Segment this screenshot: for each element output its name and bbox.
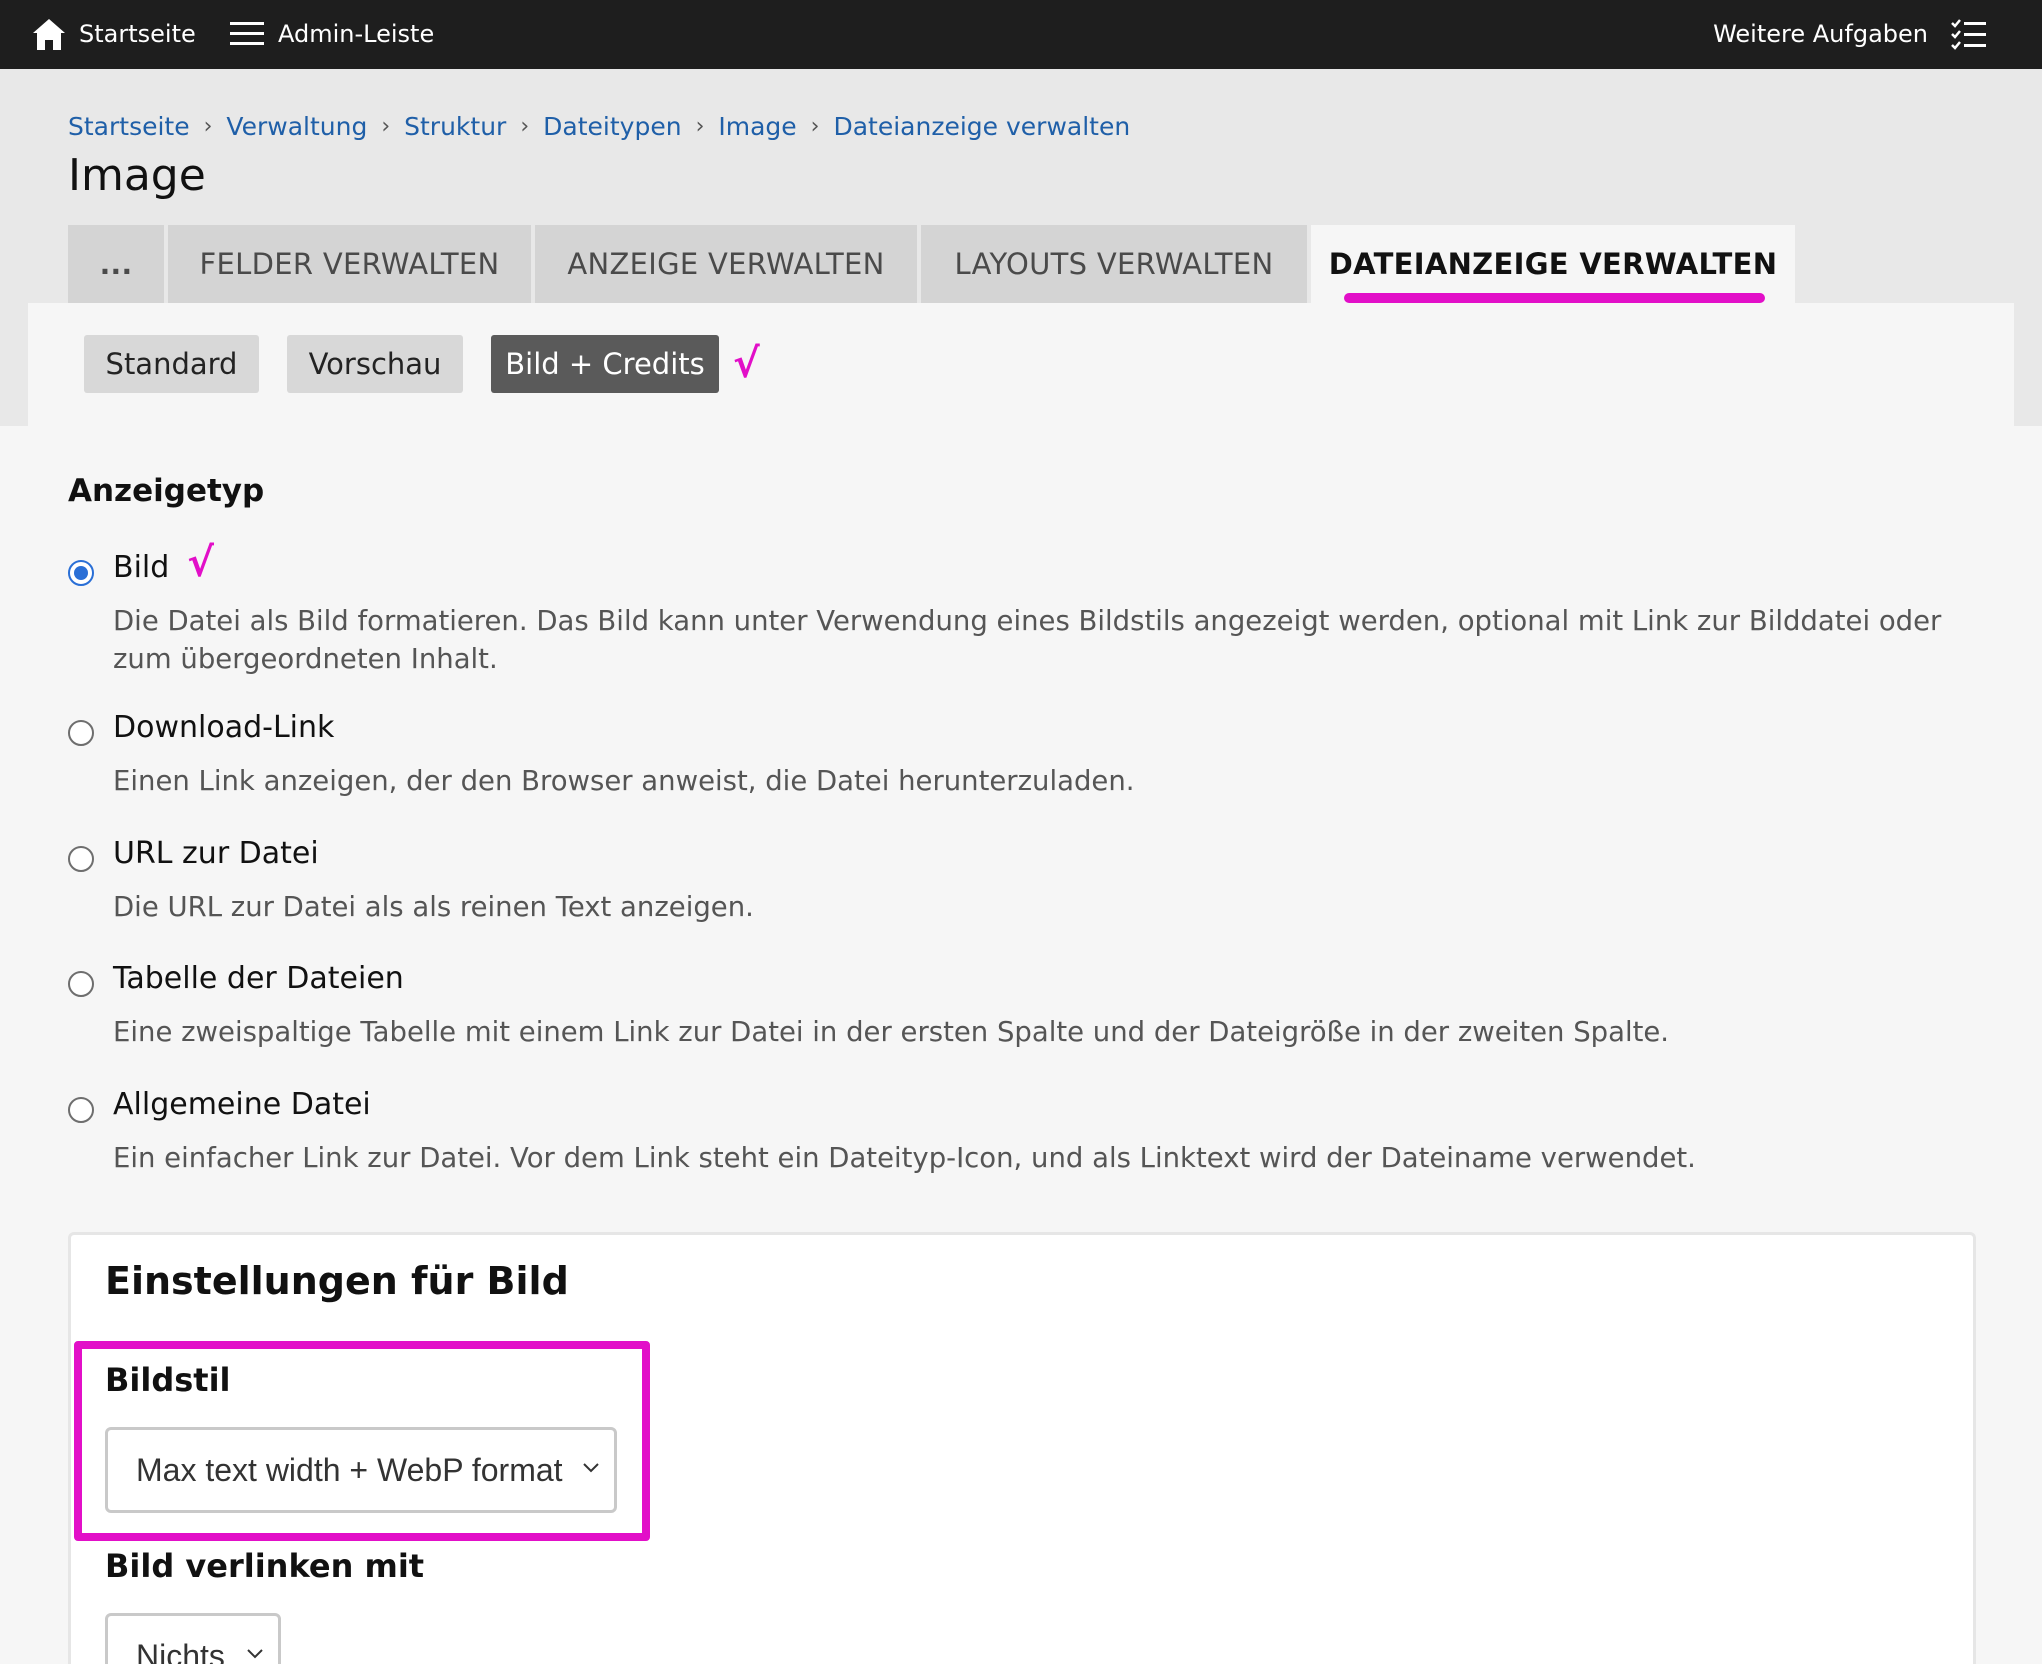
radio-url-zur-datei[interactable] <box>68 846 94 872</box>
radio-label: Bild <box>113 550 170 585</box>
radio-download-link[interactable] <box>68 720 94 746</box>
radio-description: Eine zweispaltige Tabelle mit einem Link… <box>113 1016 1670 1048</box>
image-style-select[interactable]: Max text width + WebP format <box>105 1427 617 1513</box>
radio-label: Download-Link <box>113 710 335 745</box>
radio-label: Tabelle der Dateien <box>113 961 404 996</box>
radio-description: Die Datei als Bild formatieren. Das Bild… <box>113 605 1942 675</box>
tab-felder-verwalten[interactable]: FELDER VERWALTEN <box>168 225 531 303</box>
radio-description: Einen Link anzeigen, der den Browser anw… <box>113 765 1135 797</box>
breadcrumb-separator-icon: › <box>520 114 530 139</box>
toolbar-more-label: Weitere Aufgaben <box>1713 20 1928 48</box>
toolbar-admin-menu-button[interactable]: Admin-Leiste <box>230 12 434 56</box>
breadcrumb-link[interactable]: Struktur <box>404 112 506 141</box>
admin-toolbar: Startseite Admin-Leiste Weitere Aufgaben <box>0 0 2042 69</box>
image-style-label: Bildstil <box>105 1361 231 1399</box>
checkmark-annotation-icon: √ <box>187 539 214 586</box>
image-settings-fieldset: Einstellungen für Bild Bildstil Max text… <box>68 1232 1976 1664</box>
tab-anzeige-verwalten[interactable]: ANZEIGE VERWALTEN <box>535 225 917 303</box>
chevron-down-icon <box>583 1463 599 1473</box>
radio-allgemeine-datei[interactable] <box>68 1097 94 1123</box>
radio-label: Allgemeine Datei <box>113 1087 371 1122</box>
radio-description: Die URL zur Datei als als reinen Text an… <box>113 891 754 923</box>
tab-label: DATEIANZEIGE VERWALTEN <box>1328 247 1778 281</box>
toolbar-more-tasks-button[interactable]: Weitere Aufgaben <box>1713 12 1986 56</box>
toolbar-home-link[interactable]: Startseite <box>31 12 196 56</box>
radio-tabelle-der-dateien[interactable] <box>68 971 94 997</box>
subtab-vorschau[interactable]: Vorschau <box>287 335 463 393</box>
breadcrumb-separator-icon: › <box>203 114 213 139</box>
checklist-icon <box>1950 18 1986 50</box>
radio-description: Ein einfacher Link zur Datei. Vor dem Li… <box>113 1142 1696 1174</box>
breadcrumb-link[interactable]: Dateianzeige verwalten <box>833 112 1130 141</box>
select-value: Max text width + WebP format <box>136 1451 563 1488</box>
settings-title: Einstellungen für Bild <box>105 1259 569 1303</box>
image-link-label: Bild verlinken mit <box>105 1547 425 1585</box>
subtab-bild-credits[interactable]: Bild + Credits <box>491 335 719 393</box>
page-title: Image <box>68 150 206 201</box>
tab-layouts-verwalten[interactable]: LAYOUTS VERWALTEN <box>921 225 1307 303</box>
breadcrumb: Startseite › Verwaltung › Struktur › Dat… <box>68 112 1130 141</box>
radio-label: URL zur Datei <box>113 836 319 871</box>
toolbar-admin-label: Admin-Leiste <box>278 20 435 48</box>
select-value: Nichts <box>136 1637 225 1664</box>
toolbar-home-label: Startseite <box>79 20 196 48</box>
chevron-down-icon <box>247 1649 263 1659</box>
hamburger-icon <box>230 20 264 48</box>
breadcrumb-link[interactable]: Dateitypen <box>543 112 681 141</box>
active-tab-highlight <box>1344 293 1765 303</box>
image-link-select[interactable]: Nichts <box>105 1613 281 1664</box>
display-type-heading: Anzeigetyp <box>68 473 265 509</box>
secondary-tabs: Standard Vorschau Bild + Credits √ <box>84 335 760 393</box>
checkmark-annotation-icon: √ <box>733 341 760 387</box>
breadcrumb-link[interactable]: Image <box>718 112 796 141</box>
primary-tabs: ... FELDER VERWALTEN ANZEIGE VERWALTEN L… <box>68 225 1799 303</box>
breadcrumb-separator-icon: › <box>695 114 705 139</box>
breadcrumb-separator-icon: › <box>381 114 391 139</box>
breadcrumb-link[interactable]: Verwaltung <box>226 112 367 141</box>
tab-dateianzeige-verwalten[interactable]: DATEIANZEIGE VERWALTEN <box>1311 225 1795 303</box>
breadcrumb-separator-icon: › <box>810 114 820 139</box>
subtab-standard[interactable]: Standard <box>84 335 259 393</box>
radio-bild[interactable] <box>68 560 94 586</box>
tab-more[interactable]: ... <box>68 225 164 303</box>
breadcrumb-link[interactable]: Startseite <box>68 112 190 141</box>
home-icon <box>31 16 67 52</box>
